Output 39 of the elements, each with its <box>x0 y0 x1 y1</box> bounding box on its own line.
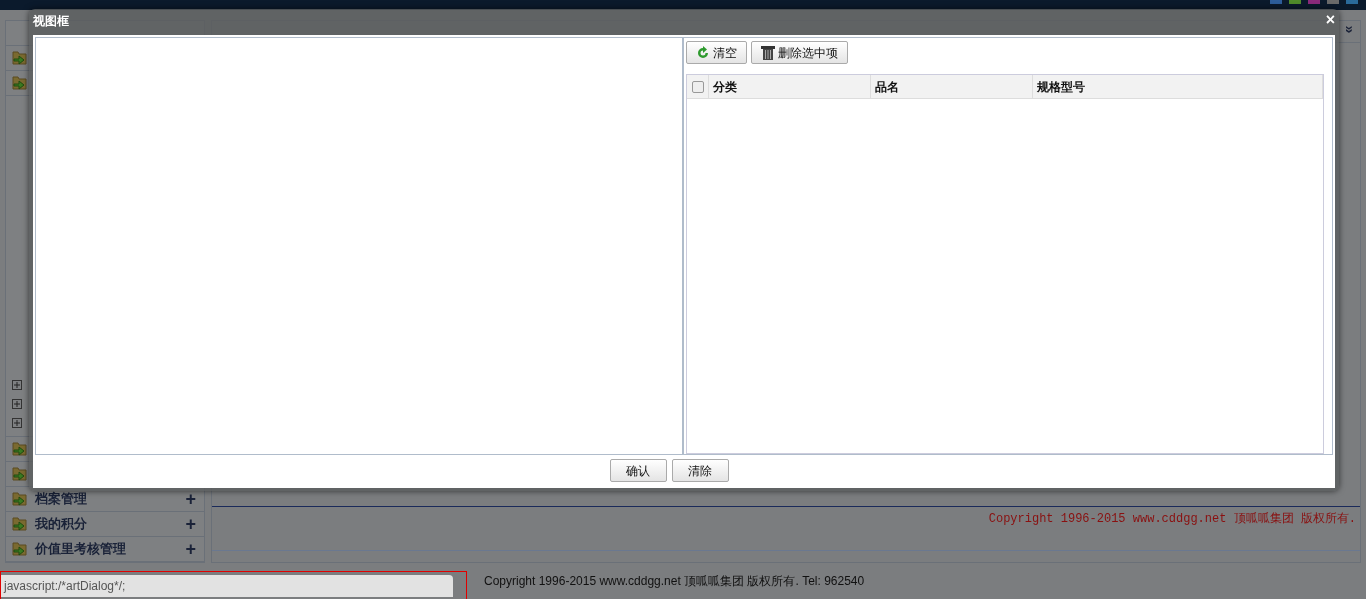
theme-swatch[interactable] <box>1270 0 1282 4</box>
sidebar-item-label: 我的积分 <box>35 515 88 534</box>
folder-arrow-icon <box>11 541 29 557</box>
close-button[interactable]: × <box>1325 12 1335 28</box>
theme-swatch[interactable] <box>1327 0 1339 4</box>
expand-toggle[interactable]: + <box>185 490 199 508</box>
dialog-button[interactable]: 清除 <box>671 459 729 482</box>
select-all-checkbox[interactable] <box>691 80 704 93</box>
theme-swatch[interactable] <box>1346 0 1358 4</box>
theme-swatch[interactable] <box>1289 0 1301 4</box>
theme-swatch[interactable] <box>1308 0 1320 4</box>
expand-node-icon[interactable] <box>12 399 22 409</box>
dialog-button[interactable]: 确认 <box>609 459 667 482</box>
folder-arrow-icon <box>11 441 29 457</box>
expand-toggle[interactable]: + <box>185 515 199 533</box>
trash-icon <box>761 45 775 60</box>
dialog-title: 视图框 <box>33 13 69 30</box>
folder-arrow-icon <box>11 466 29 482</box>
sidebar-item-label: 档案管理 <box>35 490 88 509</box>
column-header: 分类 <box>709 75 871 98</box>
toolbar-button[interactable]: 清空 <box>686 41 747 64</box>
column-header: 规格型号 <box>1033 75 1323 98</box>
expand-toggle[interactable]: + <box>185 540 199 558</box>
sidebar-item-label: 价值里考核管理 <box>35 540 127 559</box>
sidebar-item[interactable]: 我的积分 + <box>6 512 204 537</box>
expand-node-icon[interactable] <box>12 380 22 390</box>
toolbar-button[interactable]: 删除选中项 <box>751 41 848 64</box>
sidebar-item[interactable]: 价值里考核管理 + <box>6 537 204 562</box>
expand-node-icon[interactable] <box>12 418 22 428</box>
folder-arrow-icon <box>11 491 29 507</box>
folder-arrow-icon <box>11 516 29 532</box>
page-copyright: Copyright 1996-2015 www.cddgg.net 顶呱呱集团 版权所有. Tel: 962540 <box>484 573 865 590</box>
column-header: 品名 <box>871 75 1033 98</box>
status-url: javascript:/*artDialog*/; <box>1 575 453 597</box>
tab-menu-button[interactable]: » <box>1339 25 1361 34</box>
content-copyright: Copyright 1996-2015 www.cddgg.net 顶呱呱集团 版权所有. <box>988 511 1356 528</box>
folder-arrow-icon <box>11 75 29 91</box>
refresh-icon <box>696 45 710 60</box>
folder-arrow-icon <box>11 50 29 66</box>
